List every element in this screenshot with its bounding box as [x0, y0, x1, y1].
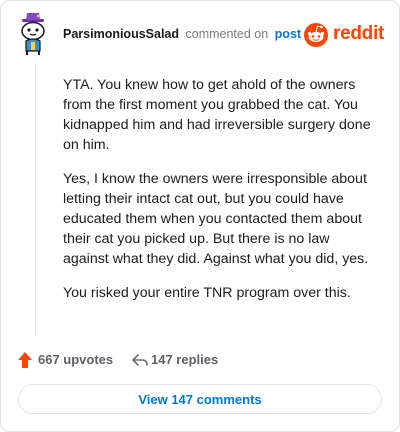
post-link[interactable]: post [275, 27, 301, 41]
reddit-logo[interactable]: reddit [303, 21, 385, 47]
comment-body: YTA. You knew how to get ahold of the ow… [63, 75, 377, 317]
comment-paragraph: Yes, I know the owners were irresponsibl… [63, 171, 369, 267]
thread-line[interactable] [35, 63, 36, 335]
comment-paragraph: You risked your entire TNR program over … [63, 285, 351, 301]
reply-arrow-icon[interactable] [131, 352, 149, 368]
action-text: commented on [185, 27, 269, 41]
avatar-snoo-icon [21, 13, 45, 55]
comment-card: ParsimoniousSalad commented on post redd… [0, 0, 400, 432]
author-username[interactable]: ParsimoniousSalad [63, 27, 179, 41]
comment-header: ParsimoniousSalad commented on post redd… [15, 13, 385, 57]
view-comments-button[interactable]: View 147 comments [18, 384, 382, 414]
reply-count[interactable]: 147 replies [151, 352, 218, 367]
comment-footer: 667 upvotes 147 replies [17, 349, 383, 371]
avatar[interactable] [15, 13, 55, 57]
comment-meta: ParsimoniousSalad commented on post [63, 27, 301, 41]
reddit-snoo-icon [304, 23, 328, 47]
comment-paragraph: YTA. You knew how to get ahold of the ow… [63, 77, 371, 153]
upvote-arrow-icon[interactable] [17, 351, 33, 369]
upvote-count: 667 upvotes [38, 352, 114, 367]
brand-name: reddit [333, 23, 384, 44]
